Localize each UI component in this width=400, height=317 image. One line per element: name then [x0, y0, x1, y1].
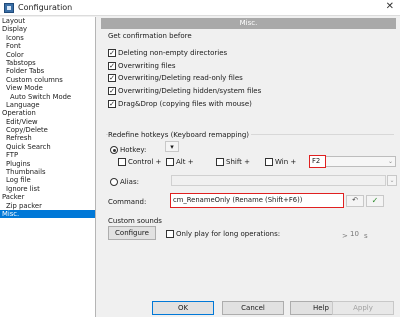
- alt-label: Alt +: [176, 158, 194, 166]
- tree-item[interactable]: Folder Tabs: [0, 67, 95, 75]
- confirm-checkbox[interactable]: ✓: [108, 49, 116, 57]
- confirm-label: Overwriting/Deleting read-only files: [118, 74, 243, 82]
- alias-radio[interactable]: [110, 178, 118, 186]
- apply-button[interactable]: Apply: [332, 301, 394, 315]
- tree-item[interactable]: Ignore list: [0, 185, 95, 193]
- confirm-label: Deleting non-empty directories: [118, 49, 228, 57]
- key-value-field[interactable]: F2: [309, 155, 326, 168]
- only-play-checkbox[interactable]: [166, 230, 174, 238]
- tree-item[interactable]: Display: [0, 25, 95, 33]
- alias-dropdown-button[interactable]: ⌄: [387, 175, 397, 186]
- close-icon[interactable]: ✕: [386, 1, 394, 12]
- ok-button[interactable]: OK: [152, 301, 214, 315]
- tree-item[interactable]: Edit/View: [0, 118, 95, 126]
- tree-item[interactable]: Log file: [0, 176, 95, 184]
- confirm-checkbox[interactable]: ✓: [108, 62, 116, 70]
- hotkeys-title: Redefine hotkeys (Keyboard remapping): [108, 131, 252, 139]
- confirm-checkbox[interactable]: ✓: [108, 74, 116, 82]
- chevron-down-icon: ⌄: [389, 177, 395, 184]
- tree-item[interactable]: Packer: [0, 193, 95, 201]
- confirm-label: Overwriting/Deleting hidden/system files: [118, 87, 262, 95]
- tree-item[interactable]: FTP: [0, 151, 95, 159]
- only-play-label: Only play for long operations:: [176, 230, 281, 238]
- app-icon: [4, 3, 14, 13]
- dialog-footer: OK Cancel Help Apply: [96, 297, 400, 317]
- tree-item[interactable]: Misc.: [0, 209, 95, 219]
- alias-label: Alias:: [120, 178, 139, 186]
- tree-item[interactable]: Font: [0, 42, 95, 50]
- control-checkbox[interactable]: [118, 158, 126, 166]
- long-ops-unit: s: [364, 232, 368, 240]
- confirm-checkbox[interactable]: ✓: [108, 100, 116, 108]
- window-title: Configuration: [18, 3, 73, 12]
- confirm-button[interactable]: ✓: [366, 195, 384, 207]
- tree-item[interactable]: Icons: [0, 34, 95, 42]
- tree-item[interactable]: Plugins: [0, 160, 95, 168]
- tree-item[interactable]: Refresh: [0, 134, 95, 142]
- confirm-checkbox[interactable]: ✓: [108, 87, 116, 95]
- configure-button[interactable]: Configure: [108, 226, 156, 240]
- confirm-label: Drag&Drop (copying files with mouse): [118, 100, 252, 108]
- long-ops-value[interactable]: 10: [350, 230, 359, 238]
- cancel-button[interactable]: Cancel: [222, 301, 284, 315]
- tree-item[interactable]: Zip packer: [0, 202, 95, 210]
- alias-field[interactable]: [171, 175, 386, 186]
- alt-checkbox[interactable]: [166, 158, 174, 166]
- tree-item[interactable]: Thumbnails: [0, 168, 95, 176]
- tree-item[interactable]: Tabstops: [0, 59, 95, 67]
- tree-item[interactable]: Layout: [0, 17, 95, 25]
- win-label: Win +: [275, 158, 297, 166]
- confirm-title: Get confirmation before: [108, 32, 192, 40]
- command-field[interactable]: cm_RenameOnly (Rename (Shift+F6)): [170, 193, 344, 208]
- confirm-label: Overwriting files: [118, 62, 176, 70]
- control-label: Control +: [128, 158, 162, 166]
- shift-checkbox[interactable]: [216, 158, 224, 166]
- tree-item[interactable]: Language: [0, 101, 95, 109]
- tree-item[interactable]: View Mode: [0, 84, 95, 92]
- undo-button[interactable]: ↶: [346, 195, 364, 207]
- tree-item[interactable]: Custom columns: [0, 76, 95, 84]
- hotkey-radio[interactable]: [110, 146, 118, 154]
- undo-icon: ↶: [352, 196, 358, 204]
- tree-item[interactable]: Copy/Delete: [0, 126, 95, 134]
- hotkey-label: Hotkey:: [120, 146, 147, 154]
- panel-header: Misc.: [101, 18, 396, 29]
- tree-item[interactable]: Operation: [0, 109, 95, 117]
- tree-item[interactable]: Auto Switch Mode: [0, 93, 95, 101]
- tree-item[interactable]: Quick Search: [0, 143, 95, 151]
- check-icon: ✓: [371, 196, 379, 205]
- shift-label: Shift +: [226, 158, 251, 166]
- tree-item[interactable]: Color: [0, 51, 95, 59]
- command-label: Command:: [108, 198, 147, 206]
- title-bar: Configuration ✕: [0, 0, 400, 16]
- custom-sounds-title: Custom sounds: [108, 217, 162, 225]
- settings-tree: Layout Display Icons Font Color Tabstops Folde…: [0, 17, 96, 317]
- long-ops-prefix: >: [342, 232, 348, 240]
- chevron-down-icon: ⌄: [387, 158, 393, 165]
- misc-panel: Misc. Get confirmation before ✓ Deleting …: [98, 17, 400, 317]
- hotkey-dropdown-button[interactable]: ▾: [165, 141, 179, 152]
- win-checkbox[interactable]: [265, 158, 273, 166]
